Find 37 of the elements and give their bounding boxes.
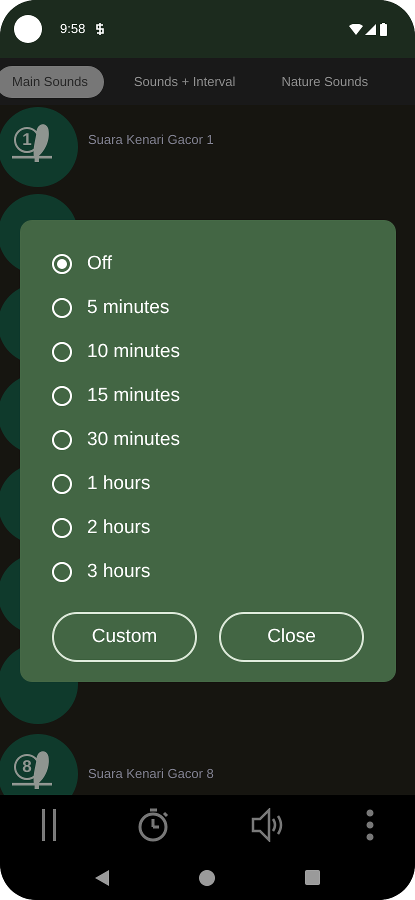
timer-option[interactable]: 15 minutes: [52, 374, 364, 418]
bird-on-perch-icon: [12, 121, 52, 162]
dialog-button[interactable]: Custom: [52, 612, 197, 662]
radio-button[interactable]: [52, 474, 72, 494]
camera-cutout: [14, 15, 42, 43]
timer-option[interactable]: 3 hours: [52, 550, 364, 594]
bird-on-perch-icon: [12, 748, 52, 789]
battery-icon: [380, 22, 387, 36]
timer-option[interactable]: 2 hours: [52, 506, 364, 550]
radio-button[interactable]: [52, 562, 72, 582]
radio-button[interactable]: [52, 298, 72, 318]
sound-thumbnail[interactable]: 8: [0, 734, 78, 795]
signal-icon: [365, 24, 376, 34]
timer-option[interactable]: 1 hours: [52, 462, 364, 506]
timer-option[interactable]: 5 minutes: [52, 286, 364, 330]
sound-title[interactable]: Suara Kenari Gacor 8: [88, 764, 214, 784]
more-options-icon[interactable]: [366, 809, 374, 841]
tab[interactable]: Sounds + Interval: [118, 66, 252, 98]
timer-option[interactable]: 10 minutes: [52, 330, 364, 374]
back-icon[interactable]: [95, 870, 109, 886]
timer-icon[interactable]: [138, 808, 170, 842]
timer-option[interactable]: Off: [52, 242, 364, 286]
tab[interactable]: Nature Sounds: [265, 66, 384, 98]
pause-icon[interactable]: [40, 809, 57, 841]
dialog-button[interactable]: Close: [219, 612, 364, 662]
radio-button[interactable]: [52, 254, 72, 274]
clock: 9:58: [60, 20, 86, 38]
sound-title[interactable]: Suara Kenari Gacor 1: [88, 130, 214, 150]
timer-option[interactable]: 30 minutes: [52, 418, 364, 462]
notification-icon: [95, 23, 106, 35]
wifi-icon: [349, 24, 363, 34]
radio-button[interactable]: [52, 518, 72, 538]
sound-thumbnail[interactable]: 1: [0, 107, 78, 187]
radio-button[interactable]: [52, 430, 72, 450]
radio-button[interactable]: [52, 342, 72, 362]
home-icon[interactable]: [199, 870, 215, 886]
radio-button[interactable]: [52, 386, 72, 406]
